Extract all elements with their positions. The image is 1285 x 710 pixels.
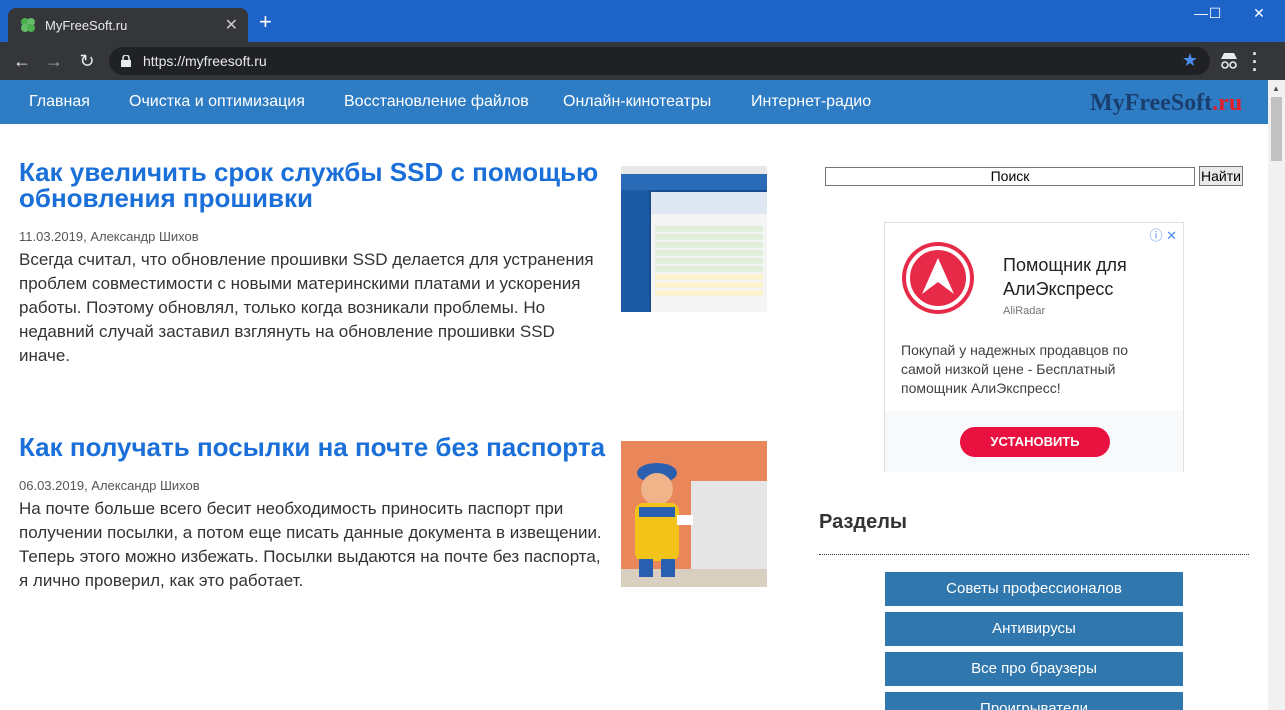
tab-close-icon[interactable]: ✕ [225, 15, 238, 35]
browser-toolbar: ← → ↻ https://myfreesoft.ru ★ · · · [0, 42, 1285, 80]
site-navigation: Главная Очистка и оптимизация Восстановл… [0, 80, 1268, 124]
aliradar-logo-icon [906, 246, 970, 310]
section-button-browsers[interactable]: Все про браузеры [885, 652, 1183, 686]
article-title[interactable]: Как увеличить срок службы SSD с помощью … [19, 159, 609, 211]
ad-install-button[interactable]: УСТАНОВИТЬ [960, 427, 1110, 457]
lock-icon [121, 55, 131, 67]
scrollbar-thumb[interactable] [1271, 97, 1282, 161]
ad-advertiser: AliRadar [1003, 305, 1046, 317]
article-card: Как увеличить срок службы SSD с помощью … [19, 159, 609, 368]
browser-menu-icon[interactable]: · · · [1252, 45, 1262, 79]
logo-tld: .ru [1212, 90, 1243, 116]
nav-item-cinemas[interactable]: Онлайн-кинотеатры [563, 93, 711, 111]
nav-item-recovery[interactable]: Восстановление файлов [344, 93, 529, 111]
postman-figurine-photo [621, 441, 767, 587]
clover-favicon-icon [21, 18, 35, 32]
reload-icon[interactable]: ↻ [76, 50, 98, 72]
sections-heading: Разделы [819, 511, 907, 533]
nav-item-home[interactable]: Главная [29, 93, 90, 111]
ad-footer: УСТАНОВИТЬ [885, 411, 1183, 472]
ad-description: Покупай у надежных продавцов по самой ни… [901, 342, 1129, 396]
article-thumbnail[interactable] [621, 441, 767, 587]
article-thumbnail[interactable] [621, 166, 767, 312]
address-bar[interactable]: https://myfreesoft.ru ★ [109, 47, 1210, 75]
search-button[interactable]: Найти [1199, 166, 1243, 186]
url-text: https://myfreesoft.ru [143, 53, 267, 69]
article-meta: 06.03.2019, Александр Шихов [19, 478, 200, 493]
ssd-toolbox-screenshot [621, 166, 767, 312]
nav-item-radio[interactable]: Интернет-радио [751, 93, 871, 111]
divider [819, 554, 1249, 555]
nav-item-cleanup[interactable]: Очистка и оптимизация [129, 93, 305, 111]
ad-banner[interactable]: ⓘ ✕ Помощник для АлиЭкспресс AliRadar По… [884, 222, 1184, 472]
scroll-up-icon[interactable]: ▲ [1272, 84, 1280, 93]
article-title[interactable]: Как получать посылки на почте без паспор… [19, 434, 609, 460]
browser-tab[interactable]: MyFreeSoft.ru ✕ [8, 8, 248, 42]
ad-headline: Помощник для АлиЭкспресс [1003, 255, 1127, 299]
bookmark-star-icon[interactable]: ★ [1182, 50, 1198, 71]
section-button-players[interactable]: Проигрыватели [885, 692, 1183, 710]
forward-arrow-icon[interactable]: → [43, 50, 65, 72]
article-excerpt: На почте больше всего бесит необходимост… [19, 499, 602, 590]
maximize-button[interactable]: ☐ [1200, 5, 1230, 22]
new-tab-button[interactable]: + [259, 11, 272, 33]
ad-choices-icon[interactable]: ⓘ ✕ [1149, 225, 1177, 244]
logo-main: MyFreeSoft [1090, 90, 1213, 116]
section-button-antivirus[interactable]: Антивирусы [885, 612, 1183, 646]
close-window-button[interactable]: ✕ [1244, 5, 1274, 22]
tab-title: MyFreeSoft.ru [45, 18, 128, 33]
section-button-pro-tips[interactable]: Советы профессионалов [885, 572, 1183, 606]
webpage: Главная Очистка и оптимизация Восстановл… [0, 80, 1268, 710]
incognito-icon[interactable] [1218, 51, 1240, 71]
back-arrow-icon[interactable]: ← [11, 50, 33, 72]
page-scrollbar[interactable]: ▲ [1268, 80, 1285, 710]
browser-titlebar: MyFreeSoft.ru ✕ + — ☐ ✕ [0, 0, 1285, 42]
aliradar-logo [902, 242, 974, 314]
site-logo[interactable]: MyFreeSoft.ru [1090, 90, 1242, 117]
article-excerpt: Всегда считал, что обновление прошивки S… [19, 250, 594, 365]
search-input[interactable]: Поиск [825, 167, 1195, 186]
article-meta: 11.03.2019, Александр Шихов [19, 229, 199, 244]
article-card: Как получать посылки на почте без паспор… [19, 434, 609, 593]
